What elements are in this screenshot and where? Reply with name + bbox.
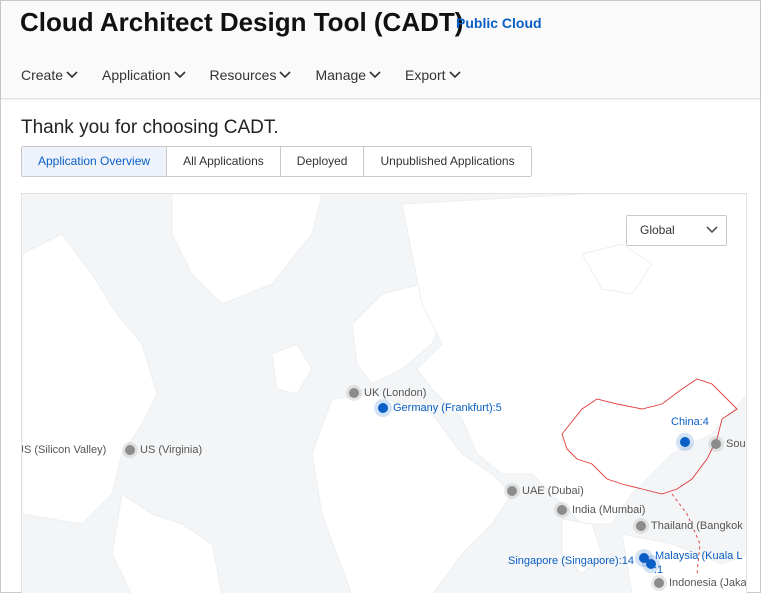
- region-marker-south-korea[interactable]: Sou: [711, 438, 746, 450]
- chevron-down-icon: [66, 71, 78, 79]
- china-dot[interactable]: [680, 437, 690, 447]
- region-marker-china[interactable]: China:4: [671, 416, 709, 428]
- region-label: Sou: [726, 438, 746, 450]
- menu-resources-label: Resources: [209, 67, 277, 83]
- region-label: Singapore (Singapore):14: [508, 555, 634, 567]
- region-label: UAE (Dubai): [522, 485, 584, 497]
- region-map[interactable]: Global US (Silicon Valley) US (Virginia)…: [21, 193, 747, 593]
- chevron-down-icon: [706, 226, 718, 234]
- app-title: Cloud Architect Design Tool (CADT): [20, 7, 464, 37]
- region-dot: [711, 439, 721, 449]
- region-dot: [349, 388, 359, 398]
- chevron-down-icon: [173, 71, 186, 79]
- region-label: US (Virginia): [140, 444, 203, 456]
- menu-application[interactable]: Application: [102, 65, 186, 85]
- app-header: Cloud Architect Design Tool (CADT) Publi…: [1, 1, 760, 99]
- main-menu: Create Application Resources Manage Expo…: [21, 65, 485, 85]
- region-marker-uk-london[interactable]: UK (London): [349, 387, 426, 399]
- region-marker-malaysia[interactable]: Malaysia (Kuala L: [655, 550, 742, 562]
- region-marker-indonesia-jakarta[interactable]: Indonesia (Jaka: [654, 577, 747, 589]
- region-dot: [378, 403, 388, 413]
- application-tabs: Application Overview All Applications De…: [21, 146, 532, 177]
- region-marker-uae-dubai[interactable]: UAE (Dubai): [507, 485, 584, 497]
- menu-export[interactable]: Export: [405, 65, 461, 85]
- region-dot: [654, 578, 664, 588]
- menu-manage[interactable]: Manage: [315, 65, 381, 85]
- cloud-type-label: Public Cloud: [456, 15, 542, 31]
- region-label: Germany (Frankfurt):5: [393, 402, 502, 414]
- region-label: China:4: [671, 416, 709, 428]
- menu-application-label: Application: [102, 67, 171, 83]
- scope-select-value: Global: [640, 223, 675, 237]
- menu-manage-label: Manage: [315, 67, 367, 83]
- region-marker-malaysia-count[interactable]: :1: [654, 564, 663, 576]
- region-dot: [636, 521, 646, 531]
- region-label: Thailand (Bangkok: [651, 520, 743, 532]
- region-dot: [557, 505, 567, 515]
- tab-all-applications[interactable]: All Applications: [167, 147, 281, 176]
- chevron-down-icon: [448, 71, 461, 79]
- menu-create-label: Create: [21, 67, 64, 83]
- region-label: UK (London): [364, 387, 427, 399]
- welcome-heading: Thank you for choosing CADT.: [21, 117, 279, 138]
- region-label: Indonesia (Jaka: [669, 577, 747, 589]
- region-marker-thailand-bangkok[interactable]: Thailand (Bangkok: [636, 520, 743, 532]
- region-dot: [125, 445, 135, 455]
- region-marker-singapore[interactable]: Singapore (Singapore):14: [508, 555, 634, 567]
- tab-unpublished-applications[interactable]: Unpublished Applications: [364, 147, 530, 176]
- region-count-label: :1: [654, 564, 664, 576]
- region-marker-germany-frankfurt[interactable]: Germany (Frankfurt):5: [378, 402, 502, 414]
- menu-create[interactable]: Create: [21, 65, 78, 85]
- tab-deployed[interactable]: Deployed: [281, 147, 365, 176]
- scope-select[interactable]: Global: [626, 215, 727, 246]
- tab-application-overview[interactable]: Application Overview: [22, 147, 168, 176]
- region-label: Malaysia (Kuala L: [655, 550, 743, 562]
- menu-export-label: Export: [405, 67, 446, 83]
- region-marker-us-silicon-valley[interactable]: US (Silicon Valley): [21, 444, 107, 456]
- menu-resources[interactable]: Resources: [210, 65, 292, 85]
- region-label: US (Silicon Valley): [21, 444, 107, 456]
- region-marker-india-mumbai[interactable]: India (Mumbai): [557, 504, 645, 516]
- region-marker-us-virginia[interactable]: US (Virginia): [125, 444, 202, 456]
- region-dot: [507, 486, 517, 496]
- chevron-down-icon: [279, 71, 292, 79]
- chevron-down-icon: [369, 71, 381, 79]
- region-label: India (Mumbai): [572, 504, 646, 516]
